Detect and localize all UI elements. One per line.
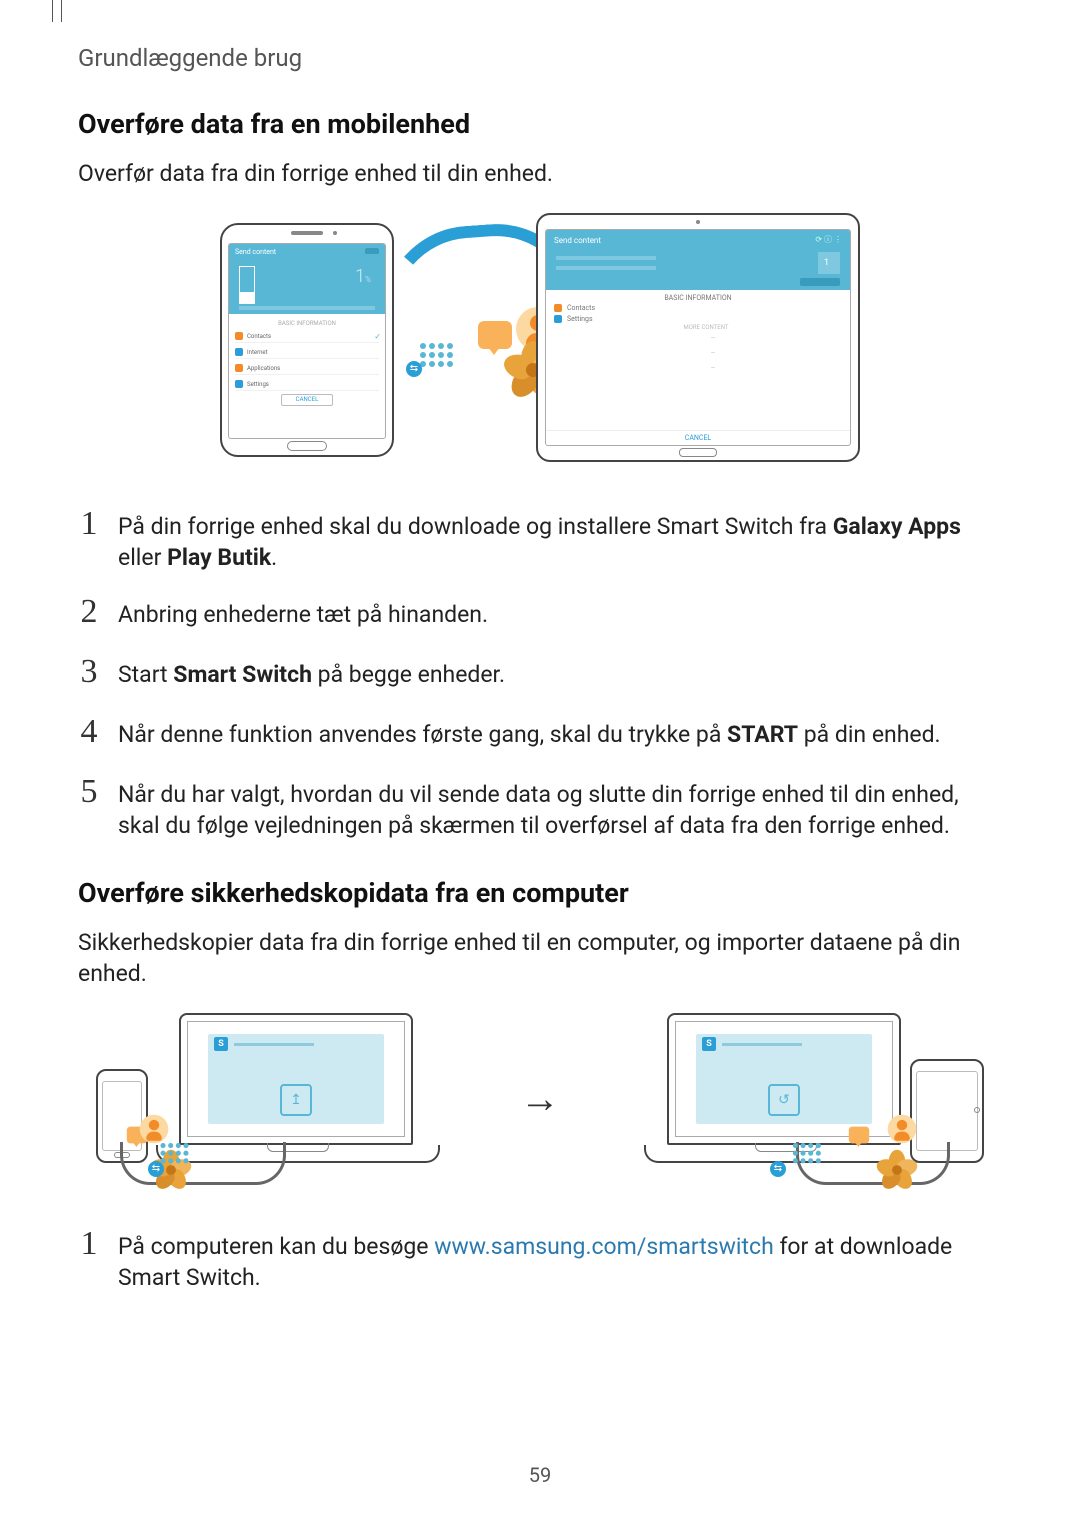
- smartswitch-title: Send content: [235, 248, 276, 256]
- step-number: 5: [78, 775, 100, 837]
- step-text: På din forrige enhed skal du downloade o…: [118, 511, 1002, 573]
- laptop-icon: S ↥: [156, 1013, 436, 1163]
- smartswitch-link[interactable]: www.samsung.com/smartswitch: [434, 1233, 774, 1260]
- step-number: 1: [78, 507, 100, 569]
- wifi-circle-icon: ⇆: [770, 1161, 786, 1177]
- step-text: Anbring enhederne tæt på hinanden.: [118, 599, 1002, 633]
- section1-intro: Overfør data fra din forrige enhed til d…: [78, 158, 1002, 189]
- upload-icon: ↥: [280, 1084, 312, 1116]
- figure-mobile-transfer: Send content 1% BASIC INFORMATION Contac…: [78, 213, 1002, 467]
- step-text: Start Smart Switch på begge enheder.: [118, 659, 1002, 693]
- section1-title: Overføre data fra en mobilenhed: [78, 108, 1002, 140]
- section1-steps: 1 På din forrige enhed skal du downloade…: [78, 511, 1002, 841]
- step-number: 2: [78, 595, 100, 629]
- step-text: Når denne funktion anvendes første gang,…: [118, 719, 1002, 753]
- cancel-button: CANCEL: [281, 394, 333, 406]
- gallery-flower-icon: [877, 1150, 918, 1191]
- laptop-icon: S ↺: [644, 1013, 924, 1163]
- step-number: 1: [78, 1227, 100, 1289]
- running-header: Grundlæggende brug: [78, 44, 1002, 72]
- message-bubble-icon: [849, 1127, 869, 1144]
- restore-icon: ↺: [768, 1084, 800, 1116]
- phone-device-icon: Send content 1% BASIC INFORMATION Contac…: [220, 223, 394, 457]
- usb-cable-icon: [120, 1142, 286, 1185]
- step-number: 3: [78, 655, 100, 689]
- usb-cable-icon: [796, 1142, 950, 1185]
- section2-steps: 1 På computeren kan du besøge www.samsun…: [78, 1231, 1002, 1293]
- tablet-device-icon: Send content ⟳ ⓘ ⋮ 1 BASIC INFORMATION C…: [536, 213, 860, 462]
- section2-intro: Sikkerhedskopier data fra din forrige en…: [78, 927, 1002, 989]
- figure-computer-backup: S ↥ ⇆ →: [78, 1013, 1002, 1187]
- step-text: Når du har valgt, hvordan du vil sende d…: [118, 779, 1002, 841]
- wifi-dots-icon: [420, 343, 453, 367]
- step-number: 4: [78, 715, 100, 749]
- section2-title: Overføre sikkerhedskopidata fra en compu…: [78, 877, 1002, 909]
- list-label: BASIC INFORMATION: [235, 320, 379, 327]
- page-tab-mark: [52, 0, 62, 22]
- step-text: På computeren kan du besøge www.samsung.…: [118, 1231, 1002, 1293]
- wifi-circle-icon: ⇆: [406, 361, 422, 377]
- page-number: 59: [0, 1463, 1080, 1487]
- arrow-right-icon: →: [520, 1075, 560, 1122]
- transfer-percent: 1: [355, 266, 365, 287]
